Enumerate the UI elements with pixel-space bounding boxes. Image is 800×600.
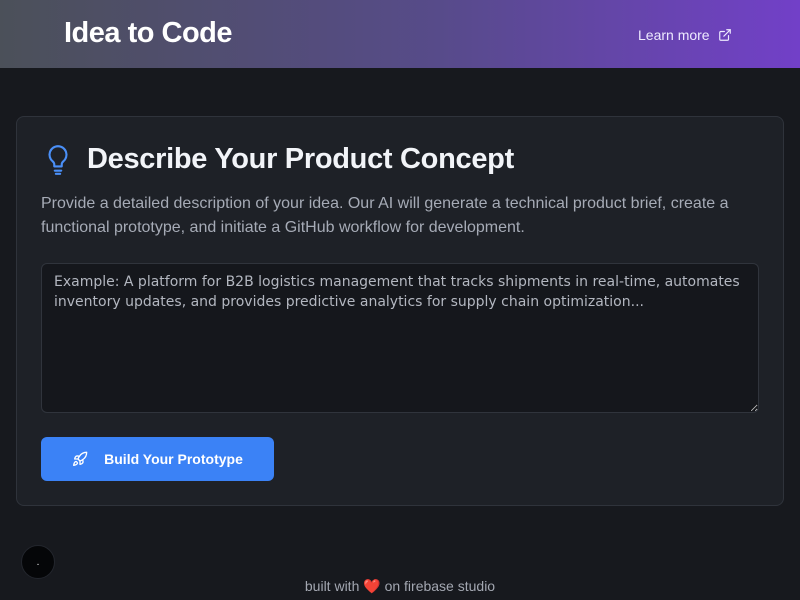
app-brand: Idea to Code <box>64 17 233 49</box>
footer-suffix: on firebase studio <box>384 578 496 594</box>
floating-dot-label: . <box>36 556 40 568</box>
build-prototype-label: Build Your Prototype <box>104 451 243 467</box>
learn-more-label: Learn more <box>638 27 710 43</box>
concept-card: Describe Your Product Concept Provide a … <box>16 116 784 506</box>
rocket-icon <box>73 451 88 466</box>
build-prototype-button[interactable]: Build Your Prototype <box>41 437 274 481</box>
lightbulb-icon <box>48 144 68 175</box>
footer-prefix: built with <box>304 578 360 594</box>
external-link-icon <box>718 29 731 41</box>
card-heading: Describe Your Product Concept <box>45 143 514 176</box>
app-header: Idea to Code Learn more <box>0 0 800 68</box>
floating-action-dot[interactable]: . <box>21 545 55 579</box>
footer: built with ❤️ on firebase studio <box>0 578 800 595</box>
heart-icon: ❤️ <box>363 578 381 594</box>
concept-textarea[interactable] <box>41 263 759 413</box>
card-description: Provide a detailed description of your i… <box>41 195 729 236</box>
learn-more-link[interactable]: Learn more <box>638 25 732 45</box>
card-title: Describe Your Product Concept <box>87 143 514 175</box>
